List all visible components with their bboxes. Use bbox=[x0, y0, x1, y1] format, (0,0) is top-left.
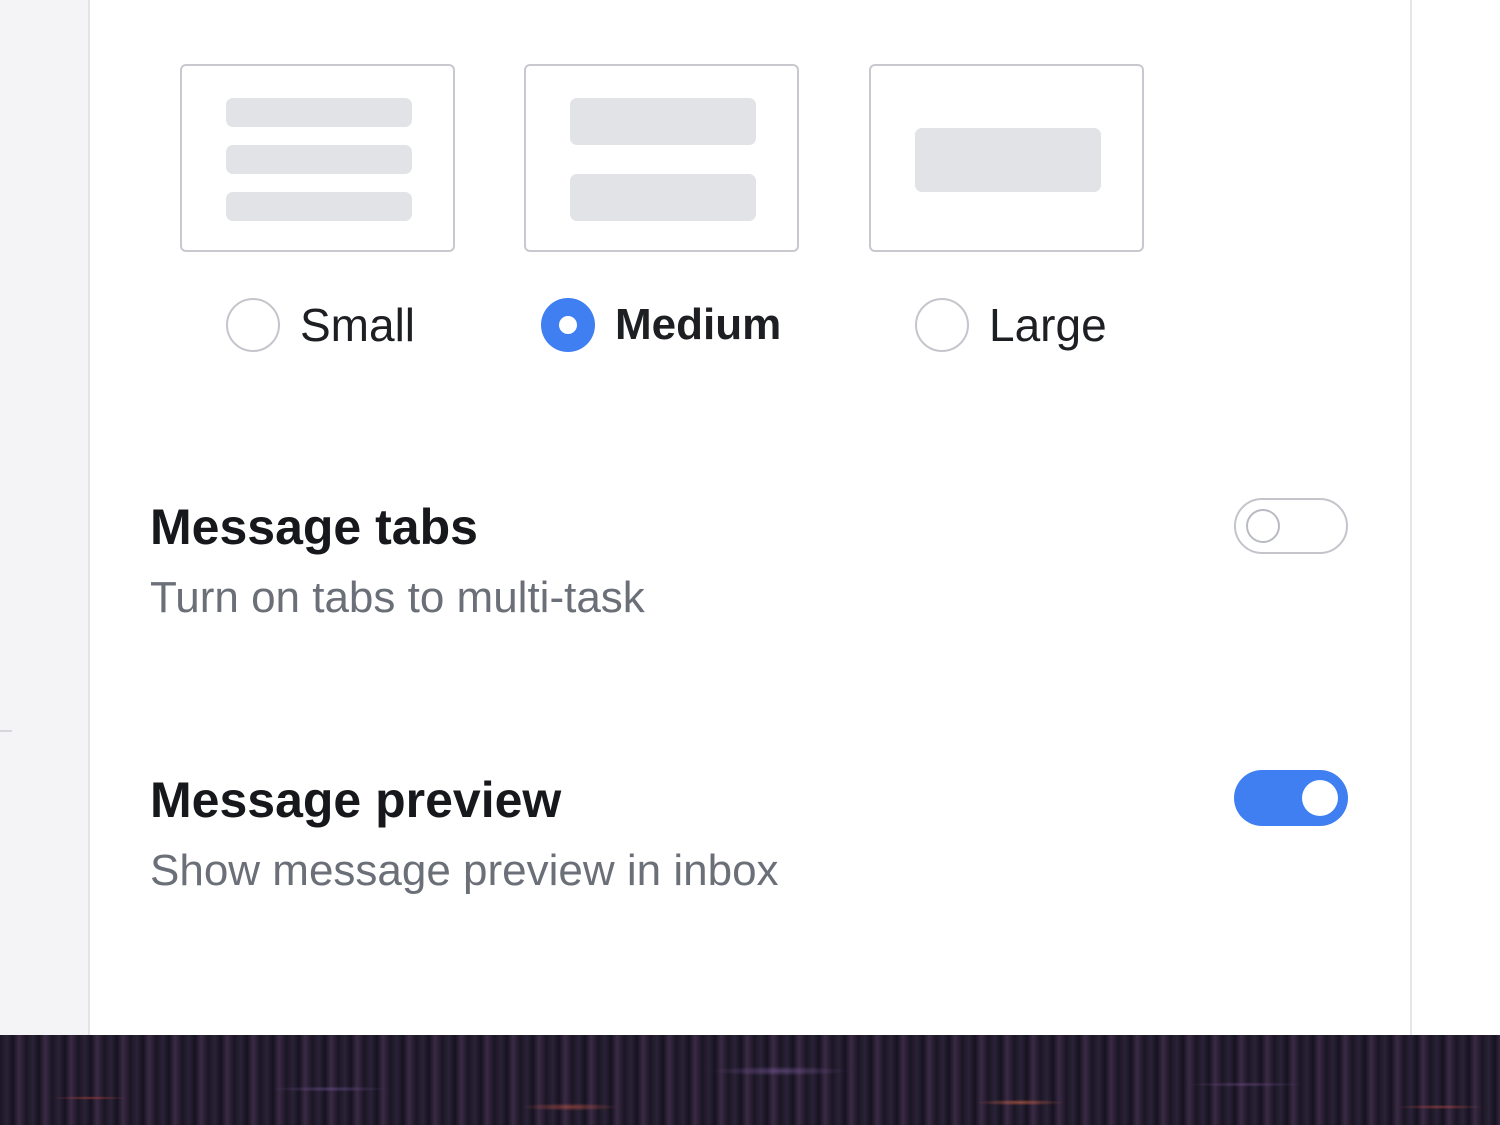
density-option-small[interactable]: Small bbox=[226, 294, 415, 356]
density-label-small: Small bbox=[300, 299, 416, 351]
preview-line bbox=[226, 192, 412, 221]
desktop-wallpaper bbox=[0, 1035, 1500, 1125]
density-preview-medium[interactable] bbox=[524, 64, 799, 252]
preview-line bbox=[226, 98, 412, 127]
divider bbox=[0, 730, 12, 732]
sidebar-edge bbox=[0, 0, 90, 1035]
message-preview-toggle[interactable] bbox=[1234, 770, 1348, 826]
message-tabs-toggle[interactable] bbox=[1234, 498, 1348, 554]
radio-button-medium[interactable] bbox=[541, 298, 595, 352]
radio-button-large[interactable] bbox=[915, 298, 969, 352]
preview-line bbox=[226, 145, 412, 174]
message-preview-title: Message preview bbox=[150, 772, 562, 828]
settings-panel: Small Medium Large Message tabs Turn on … bbox=[90, 0, 1412, 1035]
preview-line bbox=[570, 174, 756, 221]
settings-screen: Small Medium Large Message tabs Turn on … bbox=[0, 0, 1500, 1125]
toggle-knob bbox=[1246, 509, 1280, 543]
window-margin bbox=[1412, 0, 1500, 1035]
density-label-medium: Medium bbox=[615, 300, 782, 349]
preview-line bbox=[915, 128, 1101, 192]
density-option-medium[interactable]: Medium bbox=[541, 294, 781, 356]
density-option-large[interactable]: Large bbox=[915, 294, 1107, 356]
radio-button-small[interactable] bbox=[226, 298, 280, 352]
preview-line bbox=[570, 98, 756, 145]
message-tabs-description: Turn on tabs to multi-task bbox=[150, 573, 645, 622]
density-preview-small[interactable] bbox=[180, 64, 455, 252]
density-preview-large[interactable] bbox=[869, 64, 1144, 252]
message-preview-description: Show message preview in inbox bbox=[150, 846, 779, 895]
toggle-knob bbox=[1302, 780, 1338, 816]
density-label-large: Large bbox=[989, 299, 1107, 351]
message-tabs-title: Message tabs bbox=[150, 499, 478, 555]
